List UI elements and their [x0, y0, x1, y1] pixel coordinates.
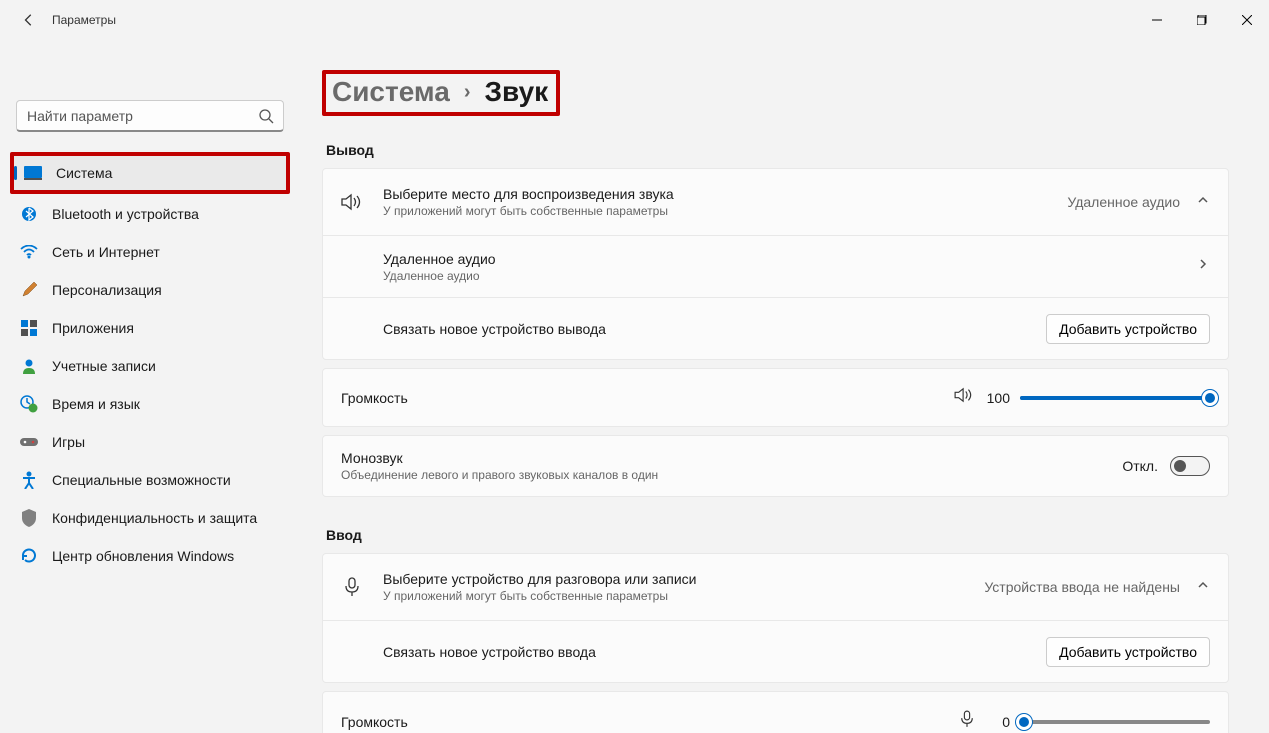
input-select-sub: У приложений могут быть собственные пара… [383, 589, 696, 603]
breadcrumb-highlight: Система › Звук [322, 70, 560, 116]
sidebar-item-label: Сеть и Интернет [52, 244, 160, 260]
sidebar-item-label: Учетные записи [52, 358, 156, 374]
titlebar: Параметры [0, 0, 1269, 40]
search-icon [258, 108, 274, 129]
output-device-row[interactable]: Удаленное аудио Удаленное аудио [323, 235, 1228, 297]
mono-title: Монозвук [341, 450, 658, 466]
breadcrumb-current: Звук [485, 76, 549, 108]
sidebar-item-privacy[interactable]: Конфиденциальность и защита [10, 499, 290, 537]
sidebar-item-windows-update[interactable]: Центр обновления Windows [10, 537, 290, 575]
input-select-title: Выберите устройство для разговора или за… [383, 571, 696, 587]
output-select-status: Удаленное аудио [1067, 194, 1180, 210]
search-input[interactable] [16, 100, 284, 132]
wifi-icon [20, 243, 38, 261]
mono-toggle[interactable] [1170, 456, 1210, 476]
output-select-row[interactable]: Выберите место для воспроизведения звука… [323, 169, 1228, 235]
close-button[interactable] [1224, 4, 1269, 36]
output-volume-value: 100 [984, 390, 1010, 406]
sidebar-item-label: Центр обновления Windows [52, 548, 234, 564]
maximize-button[interactable] [1179, 4, 1224, 36]
sidebar-item-accounts[interactable]: Учетные записи [10, 347, 290, 385]
add-output-device-button[interactable]: Добавить устройство [1046, 314, 1210, 344]
sidebar-item-label: Специальные возможности [52, 472, 231, 488]
microphone-icon[interactable] [960, 710, 974, 733]
output-pair-row: Связать новое устройство вывода Добавить… [323, 297, 1228, 359]
gamepad-icon [20, 433, 38, 451]
accessibility-icon [20, 471, 38, 489]
output-select-sub: У приложений могут быть собственные пара… [383, 204, 674, 218]
input-volume-value: 0 [984, 714, 1010, 730]
chevron-right-icon [1196, 257, 1210, 276]
person-icon [20, 357, 38, 375]
output-section-header: Вывод [326, 142, 1229, 158]
input-section-header: Ввод [326, 527, 1229, 543]
sidebar-item-network[interactable]: Сеть и Интернет [10, 233, 290, 271]
chevron-up-icon [1196, 578, 1210, 597]
mono-state-label: Откл. [1122, 458, 1158, 474]
sidebar-item-label: Игры [52, 434, 85, 450]
chevron-up-icon [1196, 193, 1210, 212]
minimize-button[interactable] [1134, 4, 1179, 36]
bluetooth-icon [20, 205, 38, 223]
sidebar-item-bluetooth[interactable]: Bluetooth и устройства [10, 195, 290, 233]
search-wrap [16, 100, 284, 132]
sidebar-item-personalization[interactable]: Персонализация [10, 271, 290, 309]
brush-icon [20, 281, 38, 299]
speaker-icon [341, 193, 363, 211]
sidebar-item-label: Приложения [52, 320, 134, 336]
sidebar-item-label: Bluetooth и устройства [52, 206, 199, 222]
input-volume-label: Громкость [341, 714, 408, 730]
back-button[interactable] [12, 3, 46, 37]
input-select-status: Устройства ввода не найдены [984, 579, 1180, 595]
chevron-right-icon: › [464, 81, 471, 104]
add-input-device-button[interactable]: Добавить устройство [1046, 637, 1210, 667]
output-device-title: Удаленное аудио [383, 251, 496, 267]
sidebar-item-label: Персонализация [52, 282, 162, 298]
arrow-left-icon [22, 13, 36, 27]
input-volume-slider[interactable] [1020, 720, 1210, 724]
input-pair-title: Связать новое устройство ввода [383, 644, 596, 660]
breadcrumb: Система › Звук [326, 74, 556, 112]
sidebar: Система Bluetooth и устройства Сеть и Ин… [0, 40, 300, 733]
sidebar-item-gaming[interactable]: Игры [10, 423, 290, 461]
main-content: Система › Звук Вывод Выберите место для … [300, 40, 1269, 733]
shield-icon [20, 509, 38, 527]
app-title: Параметры [52, 13, 116, 27]
input-pair-row: Связать новое устройство ввода Добавить … [323, 620, 1228, 682]
output-volume-slider[interactable] [1020, 396, 1210, 400]
output-pair-title: Связать новое устройство вывода [383, 321, 606, 337]
speaker-icon[interactable] [954, 387, 974, 408]
mono-sub: Объединение левого и правого звуковых ка… [341, 468, 658, 482]
system-icon [24, 164, 42, 182]
nav-list: Система Bluetooth и устройства Сеть и Ин… [10, 152, 290, 575]
sidebar-item-apps[interactable]: Приложения [10, 309, 290, 347]
sidebar-item-label: Время и язык [52, 396, 140, 412]
input-volume-row: Громкость 0 [322, 691, 1229, 733]
output-volume-label: Громкость [341, 390, 408, 406]
window-controls [1134, 4, 1269, 36]
input-select-row[interactable]: Выберите устройство для разговора или за… [323, 554, 1228, 620]
breadcrumb-parent[interactable]: Система [332, 76, 450, 108]
sidebar-item-accessibility[interactable]: Специальные возможности [10, 461, 290, 499]
clock-globe-icon [20, 395, 38, 413]
sidebar-item-label: Конфиденциальность и защита [52, 510, 257, 526]
mono-audio-row: Монозвук Объединение левого и правого зв… [322, 435, 1229, 497]
output-volume-row: Громкость 100 [322, 368, 1229, 427]
sidebar-item-label: Система [56, 165, 112, 181]
sidebar-item-time-language[interactable]: Время и язык [10, 385, 290, 423]
apps-icon [20, 319, 38, 337]
microphone-icon [341, 577, 363, 597]
output-device-group: Выберите место для воспроизведения звука… [322, 168, 1229, 360]
update-icon [20, 547, 38, 565]
output-device-sub: Удаленное аудио [383, 269, 496, 283]
output-select-title: Выберите место для воспроизведения звука [383, 186, 674, 202]
input-device-group: Выберите устройство для разговора или за… [322, 553, 1229, 683]
sidebar-item-system[interactable]: Система [10, 152, 290, 194]
